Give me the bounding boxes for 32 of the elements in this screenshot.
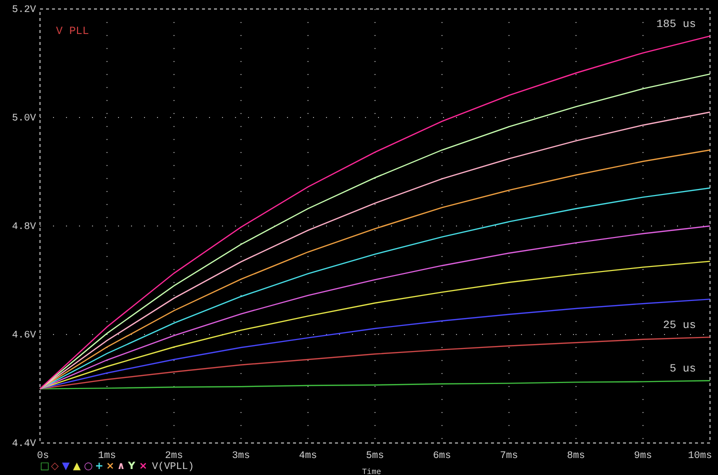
trace-annotation: 5 us — [670, 364, 696, 376]
legend-marker: × — [139, 461, 148, 472]
tick-label: 6ms — [433, 451, 451, 462]
tick-label: 3ms — [232, 451, 250, 462]
tick-label: 4.6V — [12, 330, 36, 342]
axis-label: Time — [362, 468, 382, 475]
tick-label: 4ms — [299, 451, 317, 462]
tick-label: 8ms — [567, 451, 585, 462]
tick-label: 5ms — [366, 451, 384, 462]
plot-title: V PLL — [56, 26, 90, 38]
legend-marker: ▼ — [62, 461, 70, 472]
tick-label: 0s — [37, 451, 50, 462]
legend-marker: Y — [128, 461, 136, 472]
tick-label: 5.0V — [12, 114, 36, 124]
tick-label: 9ms — [634, 451, 652, 462]
tick-label: 7ms — [500, 451, 518, 462]
tick-label: 4.8V — [12, 222, 36, 233]
tick-label: 5.2V — [12, 5, 36, 16]
tick-label: 10ms — [688, 451, 712, 462]
tick-label: 4.4V — [12, 439, 36, 450]
legend-marker: ∧ — [117, 461, 126, 472]
legend-marker: ◇ — [51, 461, 59, 472]
legend-marker: + — [95, 461, 104, 472]
trace-annotation: 25 us — [662, 320, 696, 332]
tick-label: 2ms — [165, 451, 183, 462]
trace-annotation: 185 us — [656, 19, 696, 32]
legend-marker: □ — [40, 461, 50, 472]
tick-label: 1ms — [98, 451, 116, 462]
legend-marker: ○ — [84, 461, 93, 472]
legend-marker: ▲ — [73, 461, 81, 472]
legend-marker: × — [106, 461, 114, 472]
legend-label: V(VPLL) — [152, 462, 194, 473]
